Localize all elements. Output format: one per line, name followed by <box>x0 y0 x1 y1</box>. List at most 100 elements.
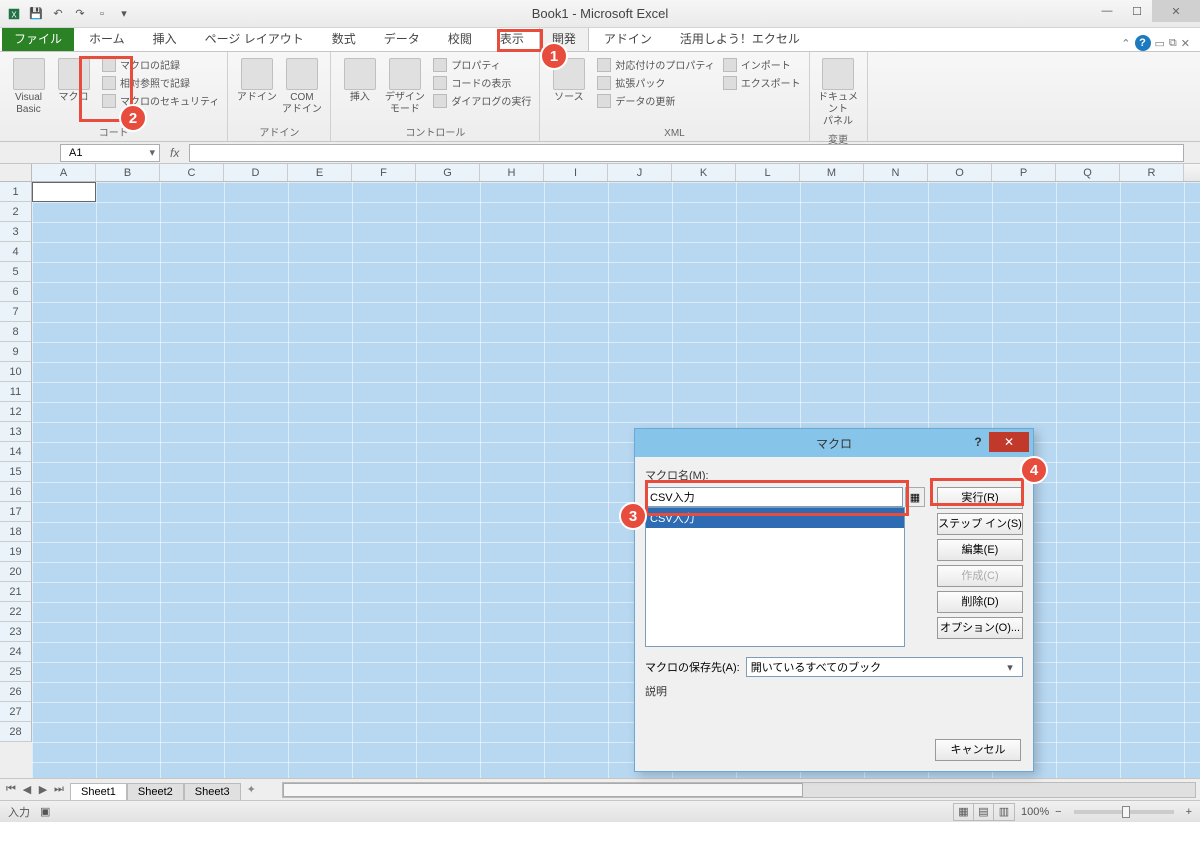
save-icon[interactable]: 💾 <box>26 4 46 24</box>
document-panel-button[interactable]: ドキュメント パネル <box>816 56 861 130</box>
cancel-button[interactable]: キャンセル <box>935 739 1021 761</box>
sheet-tab-2[interactable]: Sheet2 <box>127 783 184 800</box>
row-header[interactable]: 2 <box>0 202 32 222</box>
undo-icon[interactable]: ↶ <box>48 4 68 24</box>
macro-list-item[interactable]: CSV入力 <box>646 508 904 528</box>
row-header[interactable]: 28 <box>0 722 32 742</box>
page-layout-icon[interactable]: ▤ <box>974 804 994 820</box>
options-button[interactable]: オプション(O)... <box>937 617 1023 639</box>
col-header[interactable]: F <box>352 164 416 181</box>
normal-view-icon[interactable]: ▦ <box>954 804 974 820</box>
design-mode-button[interactable]: デザイン モード <box>382 56 427 123</box>
chevron-down-icon[interactable]: ▾ <box>149 146 159 159</box>
row-header[interactable]: 18 <box>0 522 32 542</box>
edit-button[interactable]: 編集(E) <box>937 539 1023 561</box>
row-header[interactable]: 9 <box>0 342 32 362</box>
col-header[interactable]: Q <box>1056 164 1120 181</box>
row-header[interactable]: 24 <box>0 642 32 662</box>
tab-data[interactable]: データ <box>371 25 433 51</box>
row-header[interactable]: 11 <box>0 382 32 402</box>
refresh-data-button[interactable]: データの更新 <box>595 92 716 109</box>
col-header[interactable]: O <box>928 164 992 181</box>
select-all-corner[interactable] <box>0 164 32 181</box>
row-header[interactable]: 5 <box>0 262 32 282</box>
macro-listbox[interactable]: CSV入力 <box>645 507 905 647</box>
dialog-close-button[interactable]: ✕ <box>989 432 1029 452</box>
macro-security-button[interactable]: マクロのセキュリティ <box>100 92 221 109</box>
close-wb-icon[interactable]: ✕ <box>1181 37 1190 50</box>
name-box[interactable]: A1 ▾ <box>60 144 160 162</box>
delete-button[interactable]: 削除(D) <box>937 591 1023 613</box>
col-header[interactable]: G <box>416 164 480 181</box>
macro-rec-icon[interactable]: ▣ <box>40 805 50 818</box>
tab-home[interactable]: ホーム <box>76 25 138 51</box>
sheet-tab-1[interactable]: Sheet1 <box>70 783 127 800</box>
zoom-thumb[interactable] <box>1122 806 1130 818</box>
redo-icon[interactable]: ↷ <box>70 4 90 24</box>
restore-icon[interactable]: ⧉ <box>1169 37 1177 50</box>
horizontal-scrollbar[interactable] <box>282 782 1196 798</box>
run-dialog-button[interactable]: ダイアログの実行 <box>431 92 533 109</box>
row-header[interactable]: 26 <box>0 682 32 702</box>
row-header[interactable]: 12 <box>0 402 32 422</box>
row-header[interactable]: 8 <box>0 322 32 342</box>
maximize-button[interactable]: ☐ <box>1122 0 1152 22</box>
xml-import-button[interactable]: インポート <box>721 56 803 73</box>
record-macro-button[interactable]: マクロの記録 <box>100 56 221 73</box>
row-header[interactable]: 21 <box>0 582 32 602</box>
row-header[interactable]: 17 <box>0 502 32 522</box>
row-header[interactable]: 3 <box>0 222 32 242</box>
zoom-level[interactable]: 100% <box>1021 806 1049 818</box>
zoom-out-icon[interactable]: − <box>1055 806 1061 818</box>
row-header[interactable]: 15 <box>0 462 32 482</box>
row-header[interactable]: 1 <box>0 182 32 202</box>
col-header[interactable]: A <box>32 164 96 181</box>
row-header[interactable]: 4 <box>0 242 32 262</box>
col-header[interactable]: I <box>544 164 608 181</box>
zoom-in-button[interactable]: + <box>1186 806 1192 818</box>
new-icon[interactable]: ▫ <box>92 4 112 24</box>
col-header[interactable]: K <box>672 164 736 181</box>
macro-name-input[interactable]: CSV入力 <box>645 487 903 507</box>
ref-edit-icon[interactable]: ▦ <box>905 487 925 507</box>
view-code-button[interactable]: コードの表示 <box>431 74 533 91</box>
new-sheet-icon[interactable]: ✦ <box>241 783 262 796</box>
insert-control-button[interactable]: 挿入 <box>337 56 382 123</box>
min-window-icon[interactable]: ▭ <box>1155 37 1165 50</box>
row-header[interactable]: 10 <box>0 362 32 382</box>
tab-formulas[interactable]: 数式 <box>319 25 369 51</box>
col-header[interactable]: B <box>96 164 160 181</box>
xml-export-button[interactable]: エクスポート <box>721 74 803 91</box>
tab-extra[interactable]: 活用しよう！エクセル <box>667 25 813 51</box>
tab-pagelayout[interactable]: ページ レイアウト <box>192 25 317 51</box>
col-header[interactable]: N <box>864 164 928 181</box>
col-header[interactable]: C <box>160 164 224 181</box>
row-header[interactable]: 22 <box>0 602 32 622</box>
step-in-button[interactable]: ステップ イン(S) <box>937 513 1023 535</box>
row-header[interactable]: 23 <box>0 622 32 642</box>
row-header[interactable]: 7 <box>0 302 32 322</box>
row-header[interactable]: 13 <box>0 422 32 442</box>
dialog-help-icon[interactable]: ? <box>969 433 987 451</box>
sheet-tab-3[interactable]: Sheet3 <box>184 783 241 800</box>
tab-review[interactable]: 校閲 <box>435 25 485 51</box>
fx-icon[interactable]: fx <box>160 146 189 160</box>
prev-sheet-icon[interactable]: ◀ <box>20 783 34 796</box>
run-button[interactable]: 実行(R) <box>937 487 1023 509</box>
help-icon[interactable]: ? <box>1135 35 1151 51</box>
col-header[interactable]: R <box>1120 164 1184 181</box>
open-icon[interactable]: ▾ <box>114 4 134 24</box>
col-header[interactable]: J <box>608 164 672 181</box>
pagebreak-icon[interactable]: ▥ <box>994 804 1014 820</box>
row-header[interactable]: 27 <box>0 702 32 722</box>
col-header[interactable]: E <box>288 164 352 181</box>
col-header[interactable]: H <box>480 164 544 181</box>
minimize-button[interactable]: — <box>1092 0 1122 22</box>
formula-input[interactable] <box>189 144 1184 162</box>
addins-button[interactable]: アドイン <box>234 56 279 123</box>
tab-addin[interactable]: アドイン <box>591 25 665 51</box>
next-sheet-icon[interactable]: ▶ <box>36 783 50 796</box>
row-header[interactable]: 16 <box>0 482 32 502</box>
map-properties-button[interactable]: 対応付けのプロパティ <box>595 56 716 73</box>
row-header[interactable]: 14 <box>0 442 32 462</box>
